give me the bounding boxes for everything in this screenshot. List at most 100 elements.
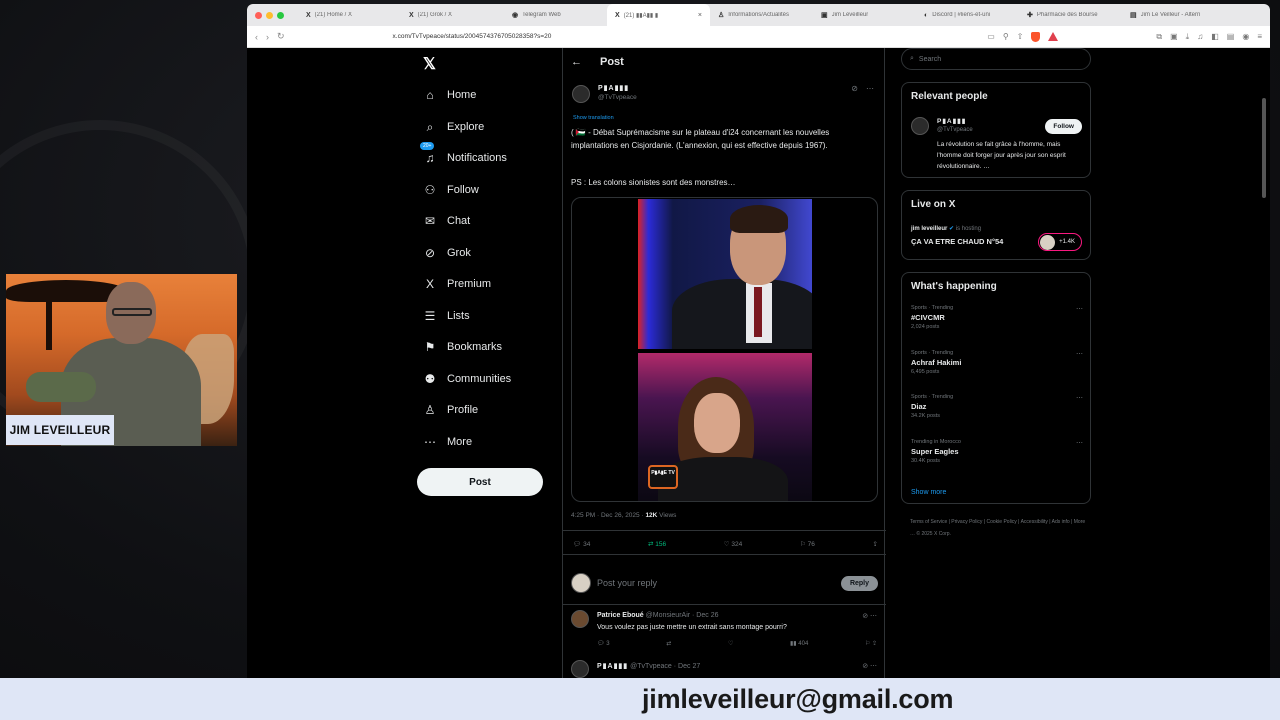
nav-item-premium[interactable]: X Premium: [423, 277, 491, 291]
grok-icon[interactable]: ⊘: [851, 84, 858, 93]
search-box[interactable]: ⌕ Search: [901, 48, 1091, 70]
download-icon[interactable]: ⤓: [1186, 32, 1190, 42]
minimize-window-button[interactable]: [266, 11, 273, 19]
live-stream-title[interactable]: ÇA VA ETRE CHAUD N°54: [911, 237, 1003, 246]
relevant-handle[interactable]: @TvTvpeace: [937, 127, 973, 133]
tab-close-icon[interactable]: ×: [698, 12, 702, 19]
x-logo-icon[interactable]: 𝕏: [423, 54, 436, 74]
share-icon[interactable]: ⇧: [1017, 32, 1024, 42]
nav-item-profile[interactable]: ♙ Profile: [423, 403, 479, 417]
maximize-window-button[interactable]: [277, 11, 284, 19]
relevant-people-card: Relevant people P▮A▮▮▮ @TvTvpeace Follow…: [901, 82, 1091, 178]
nav-item-notifications[interactable]: ♫ 20+ Notifications: [420, 142, 507, 165]
sidebar-icon[interactable]: ▣: [1170, 32, 1178, 42]
comment-more-icon[interactable]: ⊘ ⋯: [862, 612, 877, 620]
trend-more-icon[interactable]: ⋯: [1076, 305, 1083, 313]
more-options-icon[interactable]: ⋯: [866, 84, 874, 93]
nav-item-home[interactable]: ⌂ Home: [423, 88, 476, 102]
share-post-icon[interactable]: ⇪: [873, 540, 878, 548]
nav-item-label: Premium: [447, 278, 492, 290]
brave-rewards-icon[interactable]: [1048, 31, 1059, 41]
trend-more-icon[interactable]: ⋯: [1076, 439, 1083, 447]
reply-button[interactable]: Reply: [840, 575, 878, 591]
nav-item-communities[interactable]: ⚉ Communities: [423, 372, 512, 386]
show-translation-link[interactable]: Show translation: [573, 115, 614, 121]
trend-item[interactable]: Trending in Morocco Super Eagles 30.4K pos…: [911, 439, 1083, 464]
vpn-icon[interactable]: ◉: [1242, 32, 1249, 42]
screen-icon[interactable]: ▭: [987, 32, 995, 42]
post-video[interactable]: P▮A▮E TV: [571, 197, 878, 502]
nav-item-follow[interactable]: ⚇ Follow: [423, 183, 479, 197]
trend-item[interactable]: Sports · Trending Diaz 34.2K posts ⋯: [911, 394, 1083, 419]
comment-avatar[interactable]: [571, 610, 589, 628]
author-avatar[interactable]: [572, 85, 590, 103]
reply-action[interactable]: 💬︎ 34: [573, 540, 590, 548]
footer-links[interactable]: Terms of Service | Privacy Policy | Cook…: [910, 516, 1090, 540]
live-listeners-badge[interactable]: +1.4K: [1038, 233, 1082, 251]
nav-item-more[interactable]: ⋯ More: [423, 435, 472, 449]
relevant-name[interactable]: P▮A▮▮▮: [937, 117, 966, 125]
comment-author[interactable]: P▮A▮▮▮ @TvTvpeace · Dec 27: [597, 662, 700, 670]
back-icon[interactable]: ‹: [255, 32, 258, 42]
nav-item-bookmarks[interactable]: ⚑ Bookmarks: [423, 340, 502, 354]
nav-item-lists[interactable]: ☰ Lists: [423, 309, 470, 323]
browser-tab[interactable]: ◐ Discord | #liens-et-uni: [916, 4, 1019, 26]
tab-label: (21) ▮▮A▮▮ ▮: [623, 12, 659, 19]
post-text: ( 🇵🇸 - Débat Suprémacisme sur le plateau…: [571, 128, 830, 150]
reload-icon[interactable]: ↻: [277, 31, 285, 42]
author-name[interactable]: P▮A▮▮▮: [598, 84, 629, 92]
extension-icon[interactable]: ⚲: [1003, 32, 1009, 42]
split-icon[interactable]: ◧: [1211, 32, 1219, 42]
trend-more-icon[interactable]: ⋯: [1076, 350, 1083, 358]
browser-tab[interactable]: ✚ Pharmacie des Bourse: [1019, 4, 1122, 26]
comment-repost-icon[interactable]: ⇄: [666, 640, 671, 647]
nav-item-explore[interactable]: ⌕ Explore: [423, 120, 485, 135]
comment-more-icon[interactable]: ⊘ ⋯: [862, 662, 877, 670]
comment-author[interactable]: Patrice Eboué @MonsieurAir · Dec 26: [597, 612, 719, 619]
comment-reply-action[interactable]: 💬︎ 3: [597, 640, 610, 647]
url-field[interactable]: x.com/TvTvpeace/status/20045743767050283…: [393, 33, 988, 40]
forward-icon[interactable]: ›: [266, 32, 269, 42]
browser-tab[interactable]: X (21) Home / X: [298, 4, 401, 26]
repost-action[interactable]: ⇄ 156: [648, 540, 666, 548]
browser-tab[interactable]: ▤ Jim Le Veilleur - Altern: [1122, 4, 1225, 26]
nav-item-chat[interactable]: ✉ Chat: [423, 214, 470, 228]
skull-avatar-icon: [1040, 235, 1055, 250]
comment-views-action[interactable]: ▮▮ 404: [790, 640, 808, 647]
music-icon[interactable]: ♫: [1197, 32, 1203, 42]
follow-button[interactable]: Follow: [1045, 119, 1082, 134]
close-window-button[interactable]: [255, 11, 262, 19]
like-action[interactable]: ♡ 324: [724, 540, 743, 548]
show-more-link[interactable]: Show more: [911, 489, 946, 496]
trend-item[interactable]: Sports · Trending Achraf Hakimi 6,495 post…: [911, 350, 1083, 375]
nav-icon-glyph: X: [425, 277, 434, 291]
post-timestamp[interactable]: 4:25 PM · Dec 26, 2025 ·: [571, 512, 645, 519]
menu-icon[interactable]: ≡: [1257, 32, 1262, 42]
explore-icon: ⌕: [423, 120, 437, 135]
search-input[interactable]: Search: [919, 56, 941, 63]
puzzle-icon[interactable]: ⧉: [1156, 32, 1162, 42]
trend-item[interactable]: Sports · Trending #CIVCMR 2,024 posts ⋯: [911, 305, 1083, 330]
browser-tab[interactable]: ♙ Informations/Actualités: [710, 4, 813, 26]
brave-shield-icon[interactable]: [1031, 31, 1041, 42]
trend-more-icon[interactable]: ⋯: [1076, 394, 1083, 402]
browser-tab[interactable]: X (21) Grok / X: [401, 4, 504, 26]
wallet-icon[interactable]: ▤: [1227, 32, 1235, 42]
reply-input[interactable]: Post your reply: [597, 578, 835, 588]
browser-tab[interactable]: ◉ Telegram Web: [504, 4, 607, 26]
comment-like-icon[interactable]: ♡: [728, 640, 733, 647]
scrollbar[interactable]: [1262, 98, 1266, 198]
comment-bookmark-share-icons[interactable]: ⚐ ⇪: [865, 640, 877, 647]
post-button[interactable]: Post: [417, 468, 543, 496]
notification-badge: 20+: [420, 142, 435, 150]
browser-tab[interactable]: X (21) ▮▮A▮▮ ▮ ×: [607, 4, 710, 26]
back-arrow-icon[interactable]: ←: [571, 56, 582, 68]
author-handle[interactable]: @TvTvpeace: [598, 94, 637, 101]
browser-tab[interactable]: ▣ Jim Leveilleur: [813, 4, 916, 26]
bookmark-action[interactable]: ⚐ 76: [800, 540, 815, 548]
comment-avatar[interactable]: [571, 660, 589, 678]
nav-item-grok[interactable]: ⊘ Grok: [423, 246, 471, 260]
relevant-avatar[interactable]: [911, 117, 929, 135]
post-actions: 💬︎ 34 ⇄ 156 ♡ 324 ⚐ 76 ⇪: [573, 540, 878, 548]
live-host[interactable]: jim leveilleur ✔ is hosting: [911, 225, 981, 232]
